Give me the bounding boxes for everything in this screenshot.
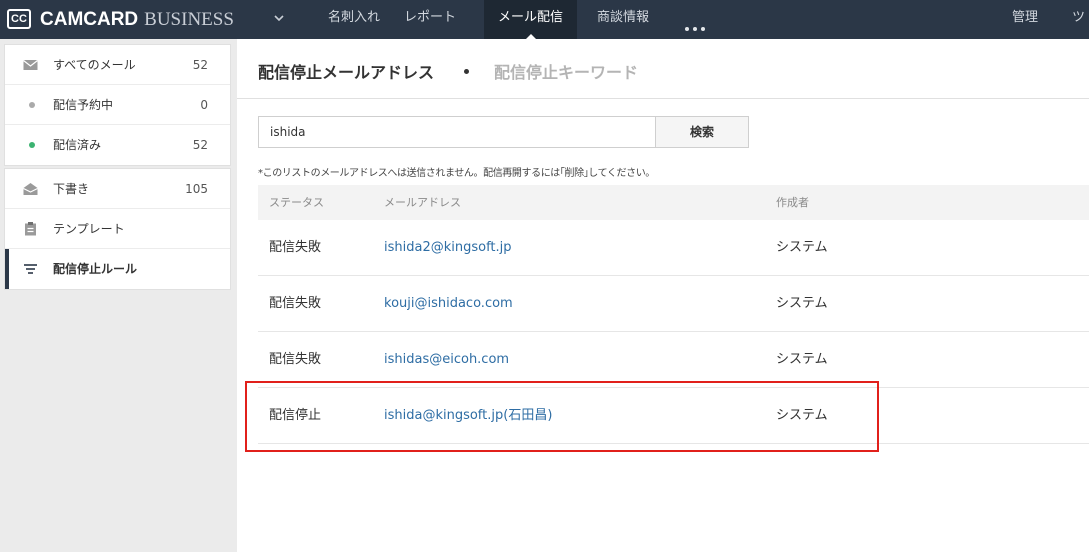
row-creator: システム	[776, 352, 828, 367]
column-header-status: ステータス	[269, 196, 324, 209]
sidebar-item-count: 52	[192, 58, 208, 72]
row-status: 配信失敗	[269, 352, 322, 367]
sidebar-item-label: 配信済み	[53, 138, 102, 152]
row-creator: システム	[776, 408, 828, 423]
sidebar-item-label: テンプレート	[53, 222, 125, 236]
top-navigation-bar: CC CAMCARD BUSINESS 名刺入れ レポート メール配信 商談情報 …	[0, 0, 1089, 39]
notice-text: *このリストのメールアドレスへは送信されません。配信再開するには｢削除｣してくだ…	[258, 168, 655, 179]
more-icon[interactable]	[685, 16, 709, 35]
search-input[interactable]	[258, 116, 656, 148]
nav-tools[interactable]: ツ	[1072, 0, 1085, 39]
sidebar-item-count: 0	[200, 98, 208, 112]
row-creator: システム	[776, 296, 828, 311]
row-email-link[interactable]: kouji@ishidaco.com	[384, 276, 513, 332]
nav-reports[interactable]: レポート	[404, 0, 456, 39]
row-status: 配信失敗	[269, 296, 322, 311]
main-content: 配信停止メールアドレス 配信停止キーワード 検索 *このリストのメールアドレスへ…	[237, 39, 1089, 552]
sidebar-item-all-mail[interactable]: すべてのメール 52	[5, 45, 230, 85]
nav-business-cards[interactable]: 名刺入れ	[328, 0, 380, 39]
sidebar-item-sent[interactable]: 配信済み 52	[5, 125, 230, 165]
tab-unsubscribed-addresses[interactable]: 配信停止メールアドレス	[258, 59, 434, 83]
sidebar: すべてのメール 52 配信予約中 0 配信済み 52 下書き 105 テンプレー…	[0, 39, 237, 552]
chevron-down-icon[interactable]	[273, 12, 285, 24]
sidebar-item-scheduled[interactable]: 配信予約中 0	[5, 85, 230, 125]
table-row[interactable]: 配信失敗 ishidas@eicoh.com システム	[258, 332, 1089, 388]
row-status: 配信停止	[269, 408, 322, 423]
filter-lines-icon	[24, 264, 37, 274]
sidebar-group-mail: すべてのメール 52 配信予約中 0 配信済み 52	[4, 44, 231, 166]
sidebar-item-label: すべてのメール	[53, 58, 136, 72]
sidebar-group-tools: 下書き 105 テンプレート 配信停止ルール	[4, 168, 231, 290]
sidebar-item-templates[interactable]: テンプレート	[5, 209, 230, 249]
row-email-link[interactable]: ishidas@eicoh.com	[384, 332, 509, 388]
status-dot-icon	[29, 102, 35, 108]
sidebar-item-label: 下書き	[53, 182, 90, 196]
brand-name-bold: CAMCARD	[40, 9, 139, 30]
nav-admin[interactable]: 管理	[1012, 0, 1038, 39]
search-button[interactable]: 検索	[655, 116, 749, 148]
clipboard-icon	[25, 222, 36, 236]
open-envelope-icon	[23, 183, 38, 195]
tab-separator-dot	[464, 69, 469, 74]
column-header-creator: 作成者	[776, 196, 809, 209]
sidebar-item-unsubscribe-rules[interactable]: 配信停止ルール	[5, 249, 230, 289]
column-header-email: メールアドレス	[384, 196, 461, 209]
table-row[interactable]: 配信停止 ishida@kingsoft.jp(石田昌) システム	[258, 388, 1089, 444]
brand-name[interactable]: CAMCARD BUSINESS	[40, 7, 234, 32]
sidebar-item-label: 配信停止ルール	[53, 262, 138, 276]
unsubscribe-table: ステータス メールアドレス 作成者 配信失敗 ishida2@kingsoft.…	[258, 185, 1089, 444]
row-creator: システム	[776, 240, 828, 255]
sidebar-item-label: 配信予約中	[53, 98, 114, 112]
envelope-icon	[23, 60, 38, 70]
status-dot-icon	[29, 142, 35, 148]
sidebar-item-count: 105	[185, 182, 208, 196]
sidebar-item-count: 52	[192, 138, 208, 152]
sidebar-item-drafts[interactable]: 下書き 105	[5, 169, 230, 209]
row-status: 配信失敗	[269, 240, 322, 255]
tab-unsubscribe-keywords[interactable]: 配信停止キーワード	[494, 59, 638, 83]
table-row[interactable]: 配信失敗 ishida2@kingsoft.jp システム	[258, 220, 1089, 276]
camcard-logo-icon[interactable]: CC	[7, 9, 31, 29]
sub-tabs: 配信停止メールアドレス 配信停止キーワード	[237, 39, 1089, 99]
row-email-link[interactable]: ishida@kingsoft.jp(石田昌)	[384, 388, 552, 444]
table-row[interactable]: 配信失敗 kouji@ishidaco.com システム	[258, 276, 1089, 332]
nav-deals[interactable]: 商談情報	[597, 0, 649, 39]
nav-mail-delivery[interactable]: メール配信	[484, 0, 578, 39]
table-header: ステータス メールアドレス 作成者	[258, 185, 1089, 220]
row-email-link[interactable]: ishida2@kingsoft.jp	[384, 220, 512, 276]
brand-name-light: BUSINESS	[144, 9, 234, 30]
